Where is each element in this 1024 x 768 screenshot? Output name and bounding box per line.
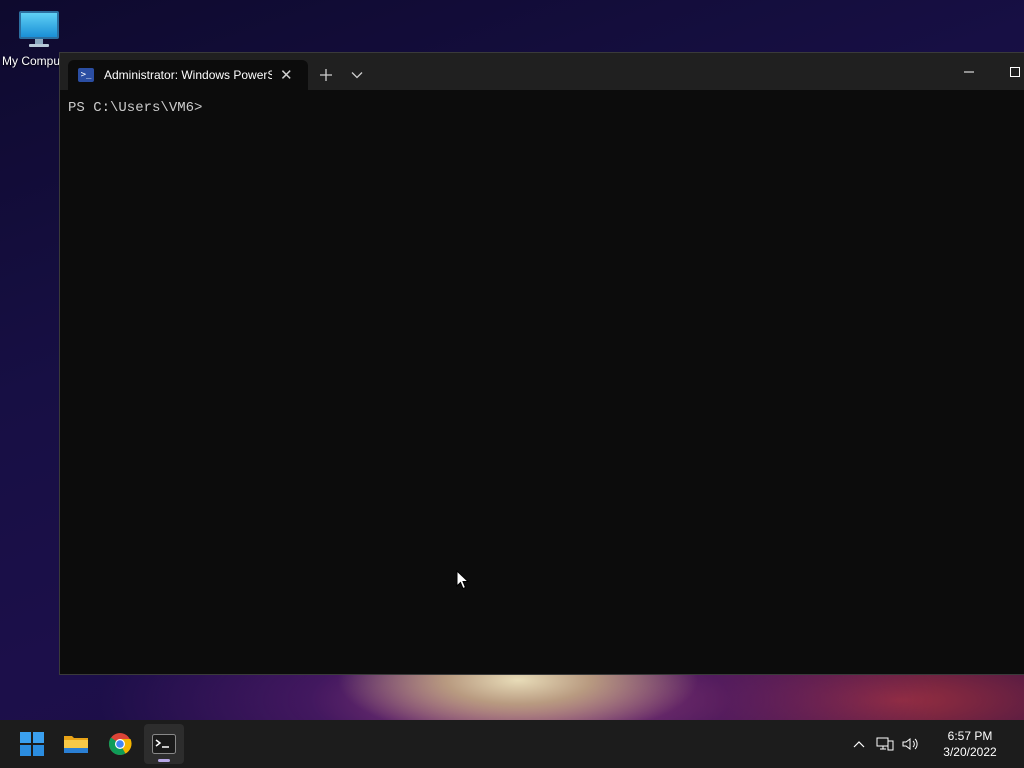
clock[interactable]: 6:57 PM 3/20/2022	[928, 728, 1012, 760]
terminal-taskbar-button[interactable]	[144, 724, 184, 764]
desktop-icon-label: My Compu	[2, 54, 60, 68]
taskbar: 6:57 PM 3/20/2022	[0, 720, 1024, 768]
chevron-up-icon	[853, 741, 865, 748]
maximize-icon	[1010, 66, 1020, 77]
title-bar[interactable]: >_ Administrator: Windows PowerS ✕	[60, 53, 1024, 90]
volume-button[interactable]	[898, 720, 924, 768]
network-icon	[876, 737, 894, 751]
terminal-prompt: PS C:\Users\VM6>	[68, 100, 203, 116]
computer-monitor-icon	[17, 8, 61, 50]
clock-date: 3/20/2022	[943, 745, 997, 759]
terminal-icon	[152, 734, 176, 754]
window-controls	[946, 53, 1024, 90]
close-tab-icon[interactable]: ✕	[280, 68, 293, 83]
new-tab-button[interactable]	[310, 60, 342, 90]
terminal-output[interactable]: PS C:\Users\VM6>	[60, 90, 1024, 675]
chrome-icon	[108, 733, 132, 755]
chrome-button[interactable]	[100, 724, 140, 764]
windows-start-icon	[20, 732, 44, 756]
minimize-icon	[964, 71, 974, 72]
file-explorer-button[interactable]	[56, 724, 96, 764]
volume-icon	[902, 738, 918, 750]
tab-title: Administrator: Windows PowerS	[104, 68, 272, 82]
system-tray: 6:57 PM 3/20/2022	[846, 720, 1024, 768]
powershell-icon: >_	[78, 68, 94, 82]
minimize-button[interactable]	[946, 53, 992, 90]
maximize-button[interactable]	[992, 53, 1024, 90]
network-button[interactable]	[872, 720, 898, 768]
chevron-down-icon	[351, 72, 363, 79]
folder-icon	[64, 736, 88, 753]
show-hidden-icons-button[interactable]	[846, 720, 872, 768]
terminal-window: >_ Administrator: Windows PowerS ✕ PS C:…	[59, 52, 1024, 675]
clock-time: 6:57 PM	[947, 729, 993, 743]
mouse-cursor-icon	[456, 569, 470, 595]
active-app-indicator	[158, 759, 170, 762]
tab-powershell[interactable]: >_ Administrator: Windows PowerS ✕	[68, 60, 308, 90]
tab-dropdown-button[interactable]	[342, 60, 372, 90]
start-button[interactable]	[12, 724, 52, 764]
plus-icon	[320, 69, 332, 81]
